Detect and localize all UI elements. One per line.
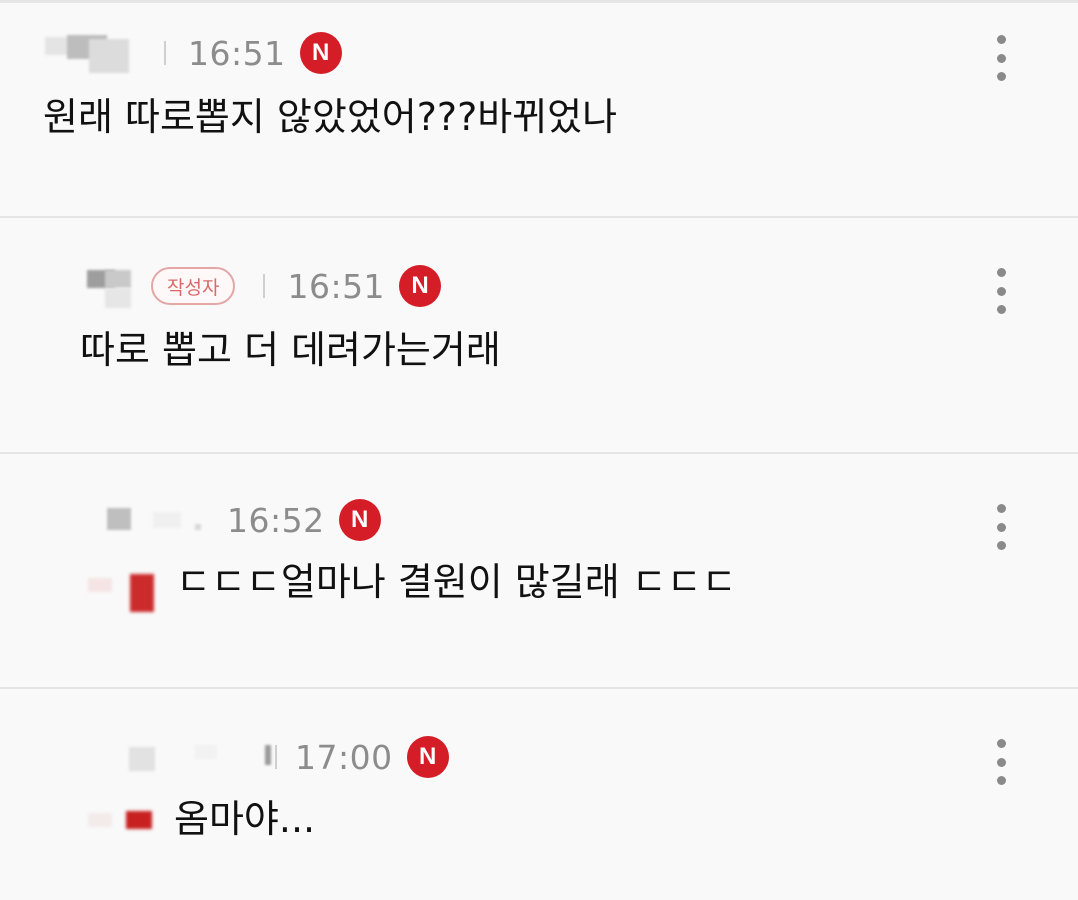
- comment-text: 따로 뽑고 더 데려가는거래: [80, 328, 501, 372]
- avatar[interactable]: [85, 266, 133, 308]
- comment-time: 16:51: [188, 33, 286, 73]
- meta-separator: [263, 274, 266, 298]
- comment-meta: 17:00 N: [115, 735, 449, 779]
- meta-separator: [164, 41, 166, 65]
- sticker: [88, 807, 160, 835]
- comment-meta: 작성자 16:51 N: [85, 264, 442, 308]
- new-badge: N: [406, 736, 449, 778]
- more-vertical-icon[interactable]: [992, 268, 1010, 314]
- comment-list-page: 16:51 N 원래 따로뽑지 않았었어???바뀌었나 작성자 16:51 N …: [0, 0, 1078, 900]
- avatar[interactable]: [45, 33, 140, 73]
- comment-time: 16:52: [227, 500, 325, 540]
- comment-text: ㄷㄷㄷ얼마나 결원이 많길래 ㄷㄷㄷ: [176, 560, 737, 604]
- more-vertical-icon[interactable]: [992, 35, 1010, 81]
- sticker: [88, 574, 158, 614]
- avatar[interactable]: [105, 500, 205, 540]
- comment-text: 옴마야...: [174, 797, 316, 841]
- comment-item: 16:51 N 원래 따로뽑지 않았었어???바뀌었나: [0, 3, 1078, 218]
- comment-meta: 16:52 N: [105, 498, 381, 542]
- new-badge: N: [399, 265, 442, 307]
- comment-item: 작성자 16:51 N 따로 뽑고 더 데려가는거래: [0, 218, 1078, 454]
- author-badge: 작성자: [151, 267, 236, 305]
- comment-meta: 16:51 N: [45, 31, 342, 75]
- comment-text: 원래 따로뽑지 않았었어???바뀌었나: [43, 95, 618, 139]
- avatar[interactable]: [115, 737, 275, 777]
- comment-item: 16:52 N ㄷㄷㄷ얼마나 결원이 많길래 ㄷㄷㄷ: [0, 454, 1078, 689]
- comment-time: 16:51: [287, 266, 386, 306]
- comment-item: 17:00 N 옴마야...: [0, 689, 1078, 900]
- more-vertical-icon[interactable]: [992, 739, 1010, 785]
- more-vertical-icon[interactable]: [992, 504, 1010, 550]
- comment-time: 17:00: [295, 737, 393, 777]
- new-badge: N: [299, 32, 342, 74]
- meta-separator: [275, 745, 277, 769]
- new-badge: N: [338, 499, 381, 541]
